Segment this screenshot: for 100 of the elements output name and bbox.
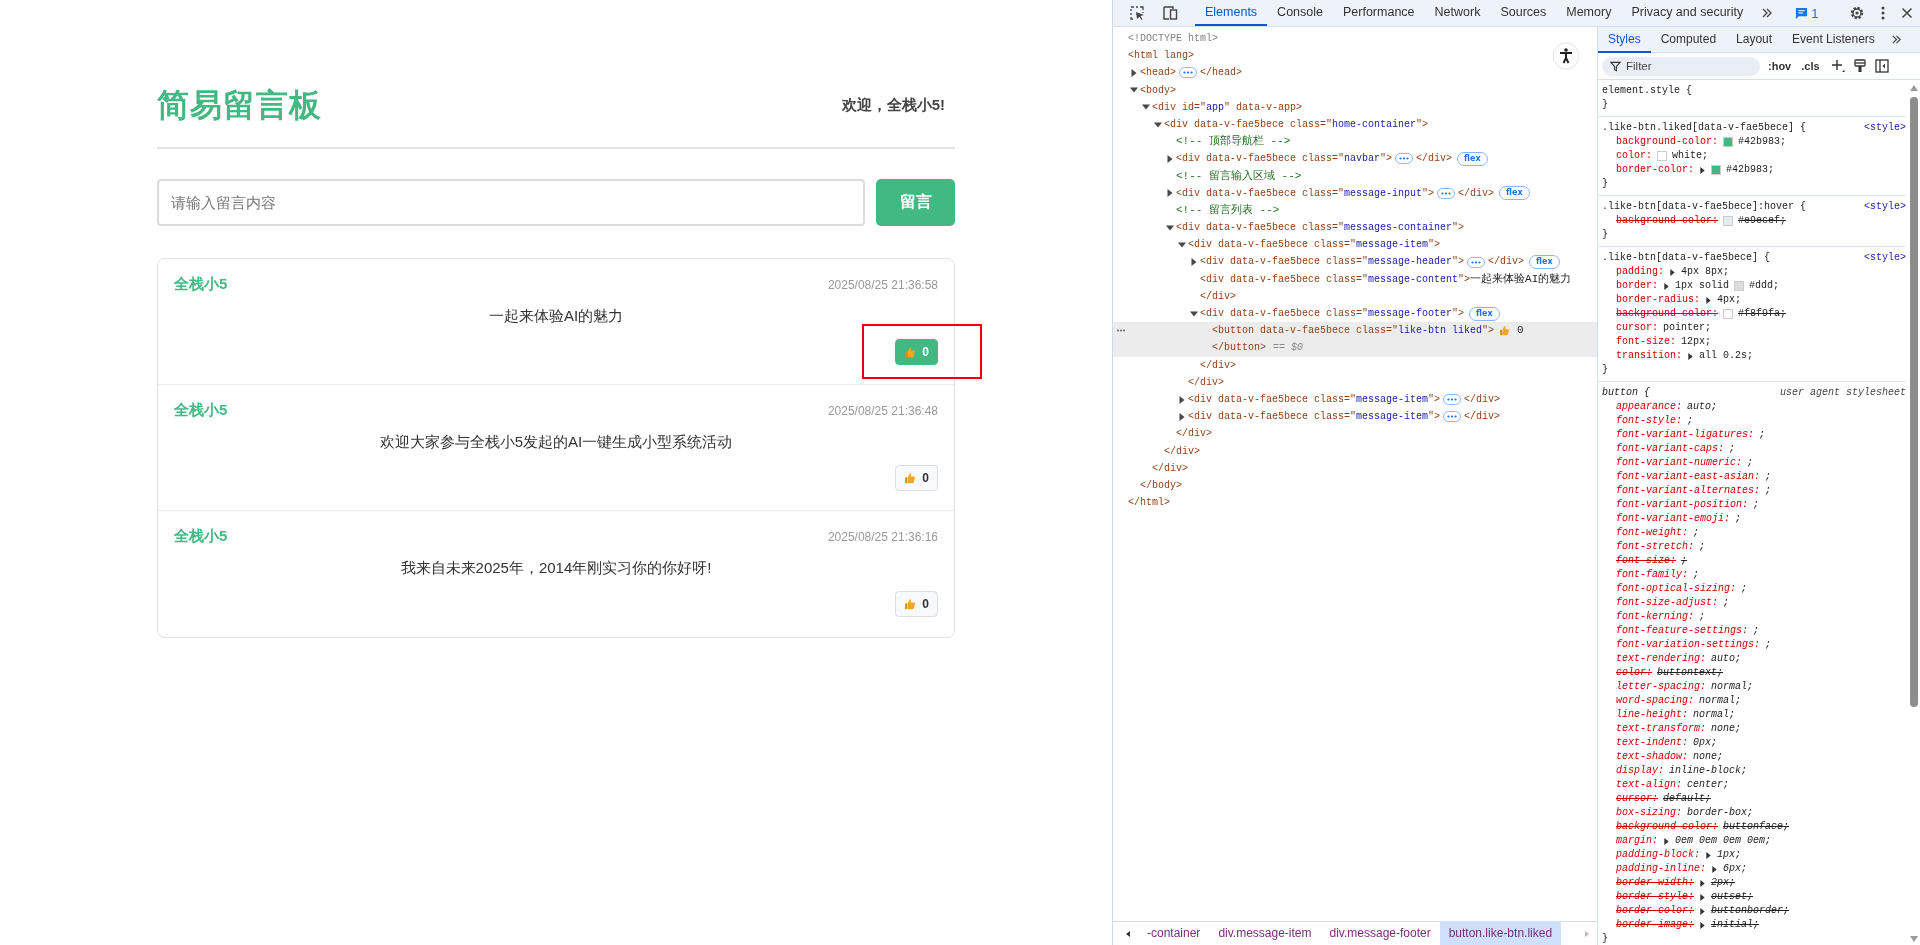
property-value[interactable]: #42b983; <box>1738 135 1787 149</box>
color-swatch[interactable] <box>1734 281 1745 291</box>
property-name[interactable]: padding-inline: <box>1616 862 1706 876</box>
selected-node-row[interactable]: <button data-v-fae5bece class="like-btn liked"> 0 <box>1113 322 1597 340</box>
expand-arrow-icon[interactable] <box>1663 837 1670 845</box>
sidebar-icon[interactable] <box>1874 59 1889 73</box>
settings-icon[interactable] <box>1848 5 1865 21</box>
breadcrumb-item[interactable]: div.message-footer <box>1320 922 1440 945</box>
property-name[interactable]: background-color: <box>1616 214 1719 228</box>
property-value[interactable]: 1px solid <box>1675 279 1730 293</box>
property-value[interactable]: border-box; <box>1687 806 1754 820</box>
scrollbar[interactable] <box>1910 97 1918 707</box>
style-source-link[interactable]: <style> <box>1864 200 1906 214</box>
sidebar-tab[interactable]: Layout <box>1726 27 1783 53</box>
property-name[interactable]: font-variant-ligatures: <box>1616 428 1755 442</box>
property-name[interactable]: font-variant-numeric: <box>1616 456 1743 470</box>
panel-tab[interactable]: Elements <box>1195 0 1268 26</box>
property-value[interactable]: all 0.2s; <box>1699 349 1754 363</box>
more-tabs-icon[interactable] <box>1890 34 1902 45</box>
plus-icon[interactable] <box>1830 59 1845 73</box>
device-toolbar-icon[interactable] <box>1161 5 1179 21</box>
more-options-icon[interactable] <box>1880 5 1885 21</box>
breadcrumb-item[interactable]: div.message-item <box>1209 922 1321 945</box>
property-name[interactable]: padding-block: <box>1616 848 1700 862</box>
toggle-button[interactable]: .cls <box>1799 60 1822 72</box>
property-name[interactable]: border-style: <box>1616 890 1694 904</box>
property-name[interactable]: line-height: <box>1616 708 1688 722</box>
property-value[interactable]: auto; <box>1711 652 1742 666</box>
property-value[interactable]: normal; <box>1693 708 1736 722</box>
sidebar-tab[interactable]: Event Listeners <box>1782 27 1885 53</box>
property-value[interactable]: 12px; <box>1681 335 1712 349</box>
property-name[interactable]: text-shadow: <box>1616 750 1688 764</box>
property-value[interactable]: ; <box>1747 456 1754 470</box>
property-name[interactable]: font-kerning: <box>1616 610 1694 624</box>
scroll-left-icon[interactable] <box>1124 929 1132 938</box>
property-value[interactable]: white; <box>1672 149 1709 163</box>
property-value[interactable]: ; <box>1699 610 1706 624</box>
property-name[interactable]: cursor: <box>1616 792 1658 806</box>
property-name[interactable]: text-align: <box>1616 778 1682 792</box>
collapsed-arrow-icon[interactable] <box>1190 258 1198 267</box>
property-name[interactable]: font-size: <box>1616 335 1676 349</box>
property-name[interactable]: border: <box>1616 279 1658 293</box>
property-name[interactable]: font-variant-east-asian: <box>1616 470 1761 484</box>
property-name[interactable]: word-spacing: <box>1616 694 1694 708</box>
property-value[interactable]: 4px; <box>1717 293 1742 307</box>
property-name[interactable]: border-width: <box>1616 876 1694 890</box>
like-button[interactable]: 0 <box>895 465 938 491</box>
breadcrumb-item[interactable]: button.like-btn.liked <box>1439 922 1562 945</box>
property-name[interactable]: font-size-adjust: <box>1616 596 1719 610</box>
property-name[interactable]: text-rendering: <box>1616 652 1706 666</box>
panel-tab[interactable]: Memory <box>1556 0 1622 26</box>
property-value[interactable]: ; <box>1687 414 1694 428</box>
property-value[interactable]: ; <box>1681 554 1688 568</box>
expanded-arrow-icon[interactable] <box>1190 309 1198 318</box>
property-value[interactable]: normal; <box>1711 680 1754 694</box>
property-value[interactable]: #42b983; <box>1726 163 1775 177</box>
close-icon[interactable] <box>1900 7 1913 19</box>
property-name[interactable]: padding: <box>1616 265 1664 279</box>
property-value[interactable]: 1px; <box>1717 848 1742 862</box>
property-name[interactable]: font-optical-sizing: <box>1616 582 1737 596</box>
property-name[interactable]: cursor: <box>1616 321 1658 335</box>
color-swatch[interactable] <box>1723 309 1734 319</box>
property-value[interactable]: center; <box>1687 778 1730 792</box>
property-name[interactable]: font-variant-emoji: <box>1616 512 1731 526</box>
property-value[interactable]: none; <box>1693 750 1724 764</box>
property-value[interactable]: ; <box>1765 638 1772 652</box>
property-value[interactable]: outset; <box>1711 890 1754 904</box>
scroll-down-icon[interactable] <box>1909 935 1919 943</box>
property-name[interactable]: font-variation-settings: <box>1616 638 1761 652</box>
property-name[interactable]: font-weight: <box>1616 526 1688 540</box>
property-name[interactable]: font-variant-caps: <box>1616 442 1725 456</box>
message-input[interactable]: 请输入留言内容 <box>157 179 865 226</box>
style-source-link[interactable]: <style> <box>1864 121 1906 135</box>
property-name[interactable]: font-variant-position: <box>1616 498 1749 512</box>
property-value[interactable]: ; <box>1729 442 1736 456</box>
sidebar-tab[interactable]: Styles <box>1598 27 1651 53</box>
property-value[interactable]: buttonface; <box>1723 820 1790 834</box>
property-value[interactable]: buttonborder; <box>1711 904 1790 918</box>
property-value[interactable]: inline-block; <box>1669 764 1748 778</box>
collapsed-arrow-icon[interactable] <box>1166 189 1174 198</box>
property-name[interactable]: border-image: <box>1616 918 1694 932</box>
property-name[interactable]: margin: <box>1616 834 1658 848</box>
property-value[interactable]: auto; <box>1687 400 1718 414</box>
panel-tab[interactable]: Performance <box>1333 0 1425 26</box>
more-tabs-icon[interactable] <box>1761 7 1774 19</box>
breadcrumb-item[interactable]: -container <box>1138 922 1210 945</box>
property-value[interactable]: ; <box>1723 596 1730 610</box>
property-value[interactable]: 4px 8px; <box>1681 265 1730 279</box>
property-value[interactable]: pointer; <box>1663 321 1712 335</box>
property-value[interactable]: 0px; <box>1693 736 1718 750</box>
brush-icon[interactable] <box>1853 59 1866 73</box>
filter-field[interactable]: Filter <box>1602 56 1760 76</box>
issues-button[interactable]: 1 <box>1789 4 1825 22</box>
property-value[interactable]: ; <box>1693 526 1700 540</box>
property-name[interactable]: border-radius: <box>1616 293 1700 307</box>
property-name[interactable]: font-family: <box>1616 568 1688 582</box>
property-name[interactable]: color: <box>1616 149 1652 163</box>
property-value[interactable]: ; <box>1735 512 1742 526</box>
style-source-link[interactable]: <style> <box>1864 251 1906 265</box>
property-value[interactable]: ; <box>1699 540 1706 554</box>
